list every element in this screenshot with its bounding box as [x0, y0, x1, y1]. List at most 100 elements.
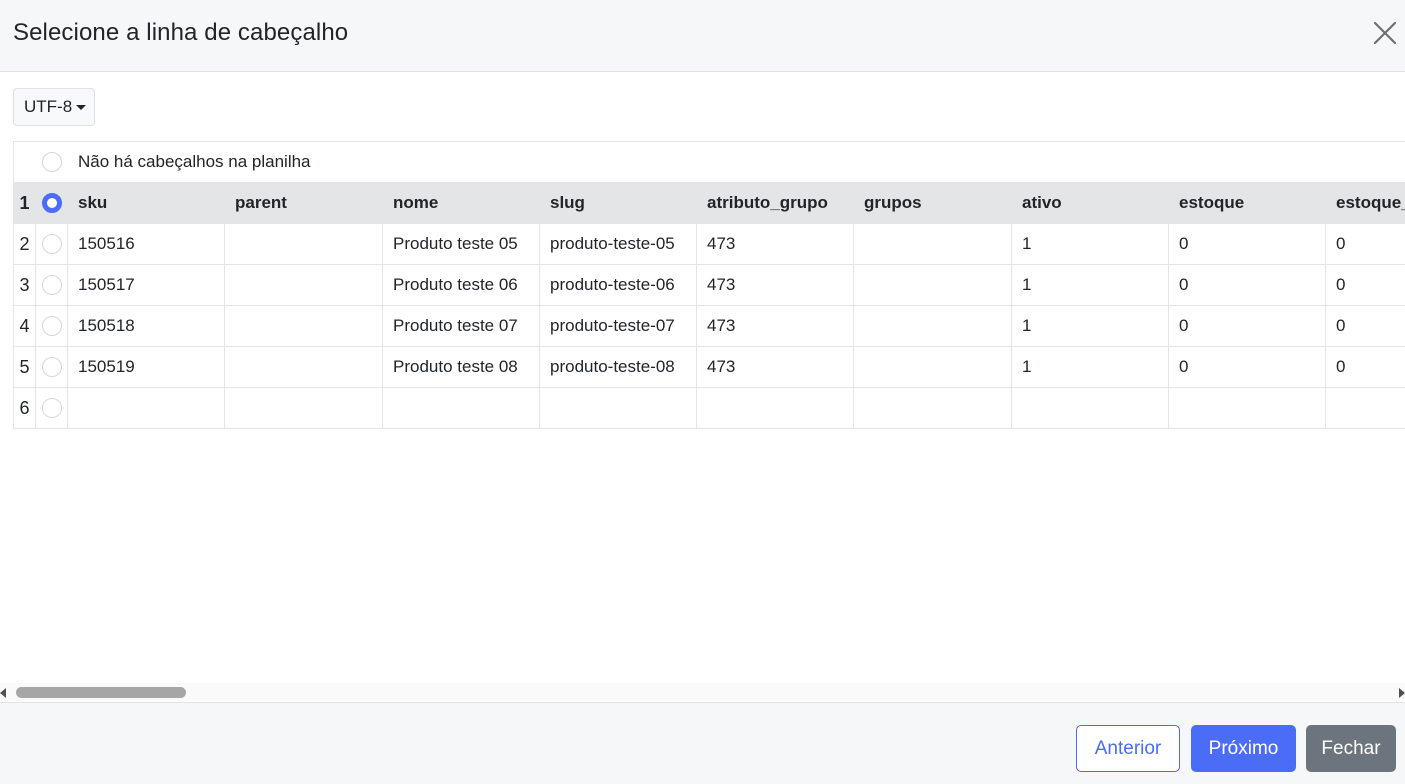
table-cell: 1: [1011, 346, 1169, 388]
header-row[interactable]: 1 sku parent nome slug atributo_grupo grupos at…: [13, 182, 1405, 224]
table-cell: [853, 346, 1012, 388]
table-cell: 0: [1324, 264, 1405, 306]
table-cell: Produto teste 07: [382, 305, 540, 347]
table-cell: [1324, 387, 1405, 429]
row-radio[interactable]: [41, 275, 62, 296]
column-header-cell: grupos: [853, 182, 1012, 224]
table-cell: 0: [1324, 305, 1405, 347]
caret-down-icon: [76, 105, 87, 110]
table-cell: Produto teste 05: [382, 223, 540, 265]
encoding-value: UTF-8: [24, 97, 73, 116]
row-number: 4: [13, 305, 36, 347]
row-number: 1: [13, 182, 36, 224]
no-header-row[interactable]: Não há cabeçalhos na planilha: [13, 141, 1405, 183]
row-radio-cell[interactable]: [35, 264, 68, 306]
table-cell: produto-teste-08: [539, 346, 697, 388]
table-cell: 150519: [67, 346, 225, 388]
close-dialog-button[interactable]: Fechar: [1306, 725, 1396, 772]
column-header-cell: parent: [224, 182, 383, 224]
no-header-radio-cell[interactable]: [35, 141, 68, 183]
table-cell: [224, 264, 383, 306]
row-number: 6: [13, 387, 36, 429]
table-cell: [224, 387, 383, 429]
table-cell: [224, 305, 383, 347]
table-cell: [853, 305, 1012, 347]
table-row[interactable]: 4 150518 Produto teste 07 produto-teste-07 4…: [13, 305, 1405, 347]
table-cell: 0: [1324, 223, 1405, 265]
row-radio[interactable]: [41, 193, 62, 214]
table-cell: [382, 387, 540, 429]
row-number-empty: [13, 141, 36, 183]
spreadsheet-preview: Não há cabeçalhos na planilha 1 sku parent…: [13, 141, 1405, 429]
table-cell: produto-teste-06: [539, 264, 697, 306]
table-cell: 0: [1168, 346, 1326, 388]
encoding-dropdown[interactable]: UTF-8: [13, 88, 95, 126]
table-body: 1 sku parent nome slug atributo_grupo grupos at…: [13, 182, 1405, 429]
table-cell: 1: [1011, 264, 1169, 306]
preview-table: Não há cabeçalhos na planilha 1 sku parent…: [13, 141, 1405, 429]
table-cell: 150516: [67, 223, 225, 265]
row-radio[interactable]: [41, 398, 62, 419]
table-cell: Produto teste 08: [382, 346, 540, 388]
column-header-cell: ativo: [1011, 182, 1169, 224]
table-cell: 0: [1168, 223, 1326, 265]
column-header-cell: sku: [67, 182, 225, 224]
table-row[interactable]: 5 150519 Produto teste 08 produto-teste-08 4…: [13, 346, 1405, 388]
table-cell: 0: [1168, 264, 1326, 306]
table-cell: 150517: [67, 264, 225, 306]
table-cell: [696, 387, 854, 429]
modal-title: Selecione a linha de cabeçalho: [13, 19, 349, 46]
table-cell: 473: [696, 305, 854, 347]
table-cell: [67, 387, 225, 429]
row-radio-cell[interactable]: [35, 182, 68, 224]
column-header-cell: slug: [539, 182, 697, 224]
scroll-right-arrow-icon[interactable]: [1399, 688, 1405, 698]
row-radio[interactable]: [41, 357, 62, 378]
row-radio[interactable]: [41, 234, 62, 255]
no-header-label: Não há cabeçalhos na planilha: [67, 141, 1405, 183]
table-cell: Produto teste 06: [382, 264, 540, 306]
table-row[interactable]: 3 150517 Produto teste 06 produto-teste-06 4…: [13, 264, 1405, 306]
modal-header: Selecione a linha de cabeçalho: [0, 0, 1405, 72]
table-cell: [1011, 387, 1169, 429]
close-button[interactable]: [1370, 18, 1400, 48]
table-cell: produto-teste-07: [539, 305, 697, 347]
row-radio-cell[interactable]: [35, 346, 68, 388]
table-cell: 1: [1011, 305, 1169, 347]
table-cell: [853, 387, 1012, 429]
horizontal-scrollbar[interactable]: [0, 683, 1405, 701]
scroll-left-arrow-icon[interactable]: [0, 688, 6, 698]
table-cell: 473: [696, 264, 854, 306]
table-cell: 1: [1011, 223, 1169, 265]
table-cell: [853, 223, 1012, 265]
scrollbar-thumb[interactable]: [16, 687, 186, 698]
table-cell: [1168, 387, 1326, 429]
next-button[interactable]: Próximo: [1191, 725, 1296, 772]
row-radio-cell[interactable]: [35, 387, 68, 429]
table-cell: 473: [696, 223, 854, 265]
modal-footer: Anterior Próximo Fechar: [0, 702, 1405, 784]
table-cell: [853, 264, 1012, 306]
row-number: 2: [13, 223, 36, 265]
row-number: 3: [13, 264, 36, 306]
table-cell: [224, 223, 383, 265]
column-header-cell: nome: [382, 182, 540, 224]
table-cell: [539, 387, 697, 429]
table-row[interactable]: 2 150516 Produto teste 05 produto-teste-05 4…: [13, 223, 1405, 265]
row-radio-cell[interactable]: [35, 305, 68, 347]
table-cell: 0: [1324, 346, 1405, 388]
close-icon: [1373, 21, 1397, 45]
no-header-radio[interactable]: [41, 152, 62, 173]
table-cell: 0: [1168, 305, 1326, 347]
table-row[interactable]: 6: [13, 387, 1405, 429]
column-header-cell: estoque_: [1324, 182, 1405, 224]
column-header-cell: atributo_grupo: [696, 182, 854, 224]
previous-button[interactable]: Anterior: [1076, 725, 1180, 772]
table-cell: produto-teste-05: [539, 223, 697, 265]
row-radio-cell[interactable]: [35, 223, 68, 265]
row-radio[interactable]: [41, 316, 62, 337]
column-header-cell: estoque: [1168, 182, 1326, 224]
row-number: 5: [13, 346, 36, 388]
table-cell: 473: [696, 346, 854, 388]
table-cell: 150518: [67, 305, 225, 347]
